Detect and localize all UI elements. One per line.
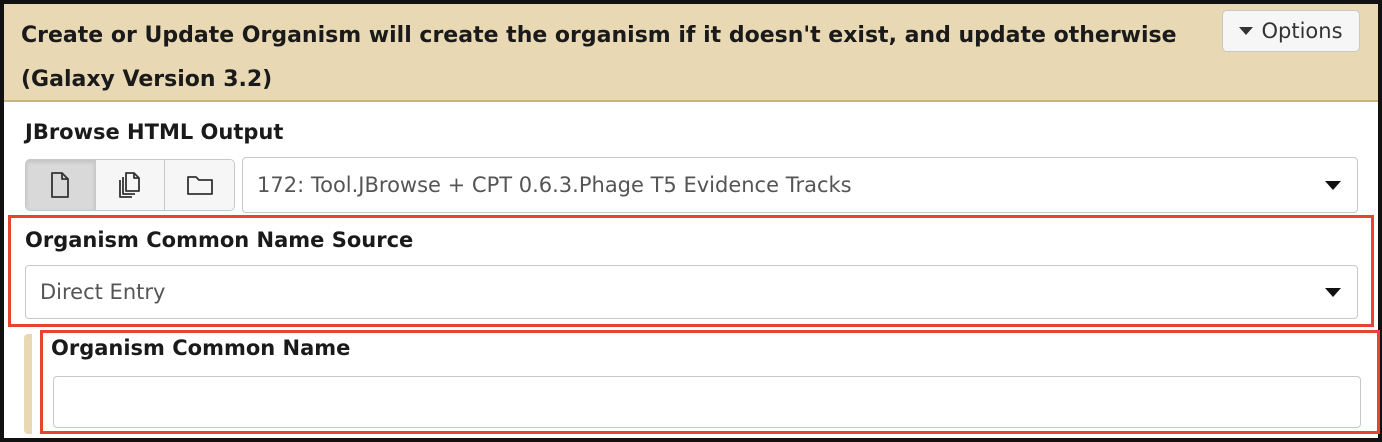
chevron-down-icon (1325, 181, 1341, 190)
chevron-down-icon (1325, 288, 1341, 297)
dataset-source-toggle (25, 159, 235, 211)
common-name-source-value: Direct Entry (40, 280, 166, 304)
common-name-source-select[interactable]: Direct Entry (25, 265, 1358, 319)
jbrowse-output-label: JBrowse HTML Output (25, 120, 284, 144)
multiple-datasets-button[interactable] (95, 160, 166, 210)
single-dataset-button[interactable] (26, 160, 96, 210)
tool-form: Create or Update Organism will create th… (0, 0, 1382, 442)
tool-title: Create or Update Organism will create th… (21, 23, 1177, 92)
options-button[interactable]: Options (1222, 10, 1360, 52)
folder-icon (186, 176, 213, 195)
conditional-indent-bar (24, 334, 32, 434)
options-label: Options (1261, 19, 1343, 43)
jbrowse-output-value: 172: Tool.JBrowse + CPT 0.6.3.Phage T5 E… (257, 173, 852, 197)
common-name-label: Organism Common Name (51, 336, 351, 360)
tool-header: Create or Update Organism will create th… (4, 4, 1378, 102)
common-name-source-label: Organism Common Name Source (25, 228, 414, 252)
caret-down-icon (1239, 27, 1254, 35)
files-icon (119, 172, 140, 198)
file-icon (51, 172, 70, 198)
collection-button[interactable] (165, 160, 234, 210)
jbrowse-output-select[interactable]: 172: Tool.JBrowse + CPT 0.6.3.Phage T5 E… (242, 157, 1358, 213)
common-name-input[interactable] (53, 376, 1361, 428)
